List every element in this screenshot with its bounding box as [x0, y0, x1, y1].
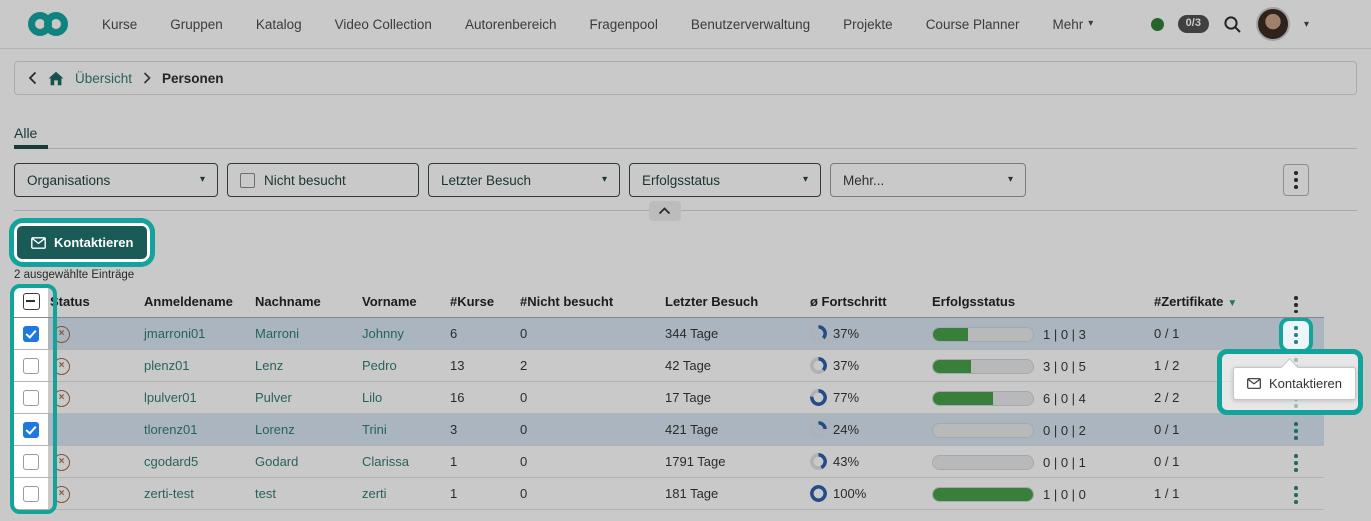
row-menu-spotlight-ring: Kontaktieren — [1217, 349, 1363, 415]
envelope-icon — [1247, 378, 1261, 389]
row-select-cell — [14, 414, 48, 446]
row-checkbox[interactable] — [23, 390, 39, 406]
row-select-cell — [14, 318, 48, 350]
select-all-checkbox[interactable] — [23, 293, 40, 310]
row-menu-contact-label: Kontaktieren — [1269, 376, 1342, 391]
tour-dim-overlay — [0, 0, 1371, 521]
row-checkbox[interactable] — [23, 326, 39, 342]
row-checkbox[interactable] — [23, 454, 39, 470]
row-checkbox[interactable] — [23, 358, 39, 374]
row-select-cell — [14, 382, 48, 414]
kebab-menu-icon — [1294, 325, 1298, 345]
contact-button-spotlight: Kontaktieren — [14, 223, 150, 262]
row-select-cell — [14, 446, 48, 478]
envelope-icon — [31, 237, 46, 249]
row-select-cell — [14, 478, 48, 510]
row-select-cell — [14, 350, 48, 382]
row-menu-button[interactable] — [1283, 321, 1309, 349]
row-menu-contact-item[interactable]: Kontaktieren — [1233, 367, 1356, 400]
row-checkbox[interactable] — [23, 422, 39, 438]
contact-button[interactable]: Kontaktieren — [17, 226, 147, 259]
select-all-cell — [14, 286, 48, 318]
row-checkbox[interactable] — [23, 486, 39, 502]
contact-button-label: Kontaktieren — [54, 235, 133, 250]
